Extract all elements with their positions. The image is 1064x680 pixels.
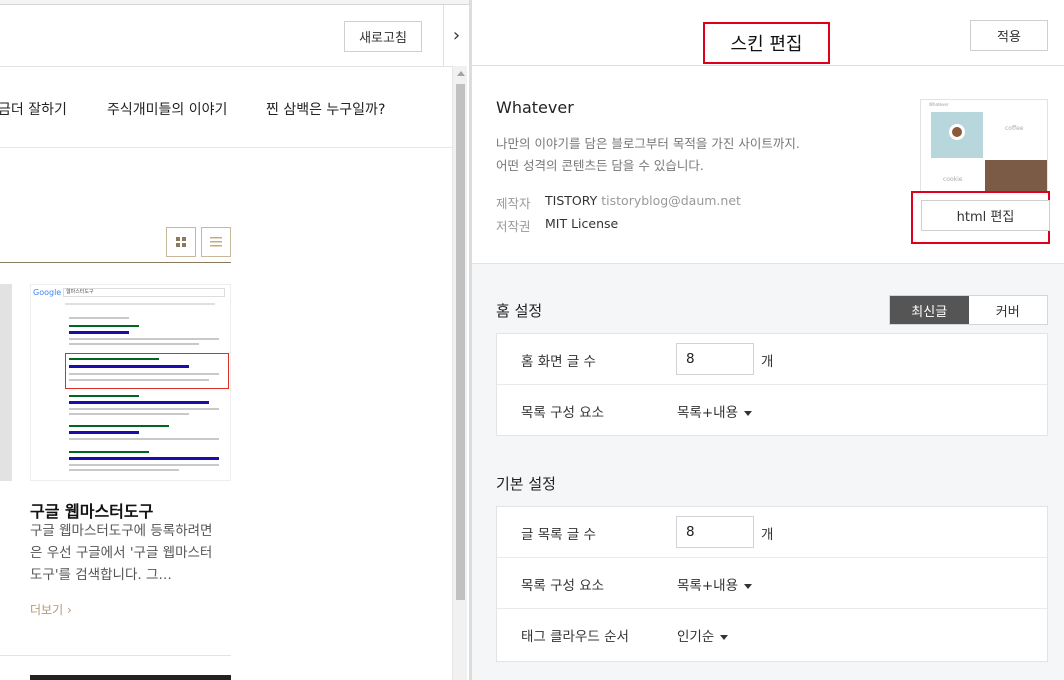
grid-view-button[interactable] [166, 227, 196, 257]
maker-value: TISTORY tistoryblog@daum.net [545, 193, 741, 208]
nav-link-1[interactable]: 금더 잘하기 [0, 99, 67, 119]
home-post-count-label: 홈 화면 글 수 [521, 354, 596, 370]
home-post-count-unit: 개 [761, 354, 774, 370]
skin-description: 나만의 이야기를 담은 블로그부터 목적을 가진 사이트까지. 어떤 성격의 콘… [496, 133, 836, 177]
post-excerpt: 구글 웹마스터도구에 등록하려면은 우선 구글에서 '구글 웹마스터도구'를 검… [30, 523, 213, 583]
caret-down-icon [744, 410, 752, 416]
caret-down-icon [720, 634, 729, 640]
preview-toolbar: 새로고침 [0, 5, 452, 66]
caret-down-icon [744, 583, 752, 589]
skin-thumbnail: Whatever coffee cookie [920, 99, 1048, 193]
basic-settings-panel: 글 목록 글 수 8 개 목록 구성 요소 목록+내용 태그 클라우드 순서 인… [496, 506, 1048, 662]
thumb-logo: Whatever [929, 102, 949, 107]
list-compose-label: 목록 구성 요소 [521, 578, 605, 594]
list-post-count-unit: 개 [761, 527, 774, 543]
skin-info-section: Whatever 나만의 이야기를 담은 블로그부터 목적을 가진 사이트까지.… [472, 67, 1064, 264]
list-divider [0, 262, 231, 263]
list-compose-dropdown[interactable]: 목록+내용 [677, 574, 752, 594]
thumb-coffee-label: coffee [1005, 125, 1024, 132]
next-post-thumbnail[interactable] [30, 675, 231, 680]
list-icon [210, 237, 222, 247]
cover-option[interactable]: 커버 [968, 296, 1047, 324]
home-compose-row: 목록 구성 요소 목록+내용 [497, 385, 1047, 436]
maker-name: TISTORY [545, 193, 598, 208]
skin-editor-pane: 스킨 편집 적용 Whatever 나만의 이야기를 담은 블로그부터 목적을 … [472, 0, 1064, 680]
read-more-link[interactable]: 더보기 › [30, 601, 72, 618]
post-thumbnail[interactable]: Google 웹마스터도구 [30, 284, 231, 481]
home-mode-toggle: 최신글 커버 [889, 295, 1048, 325]
tag-cloud-order-label: 태그 클라우드 순서 [521, 629, 629, 645]
scroll-up-icon[interactable] [457, 71, 465, 76]
post-divider [0, 655, 231, 656]
grid-icon [176, 237, 186, 247]
html-edit-button[interactable]: html 편집 [921, 200, 1050, 231]
google-logo: Google [33, 288, 62, 297]
home-compose-dropdown[interactable]: 목록+내용 [677, 401, 752, 421]
panel-collapse-button[interactable]: › [443, 5, 469, 66]
license-label: 저작권 [496, 219, 531, 234]
home-compose-value: 목록+내용 [677, 405, 738, 421]
thumb-coffee-image [931, 112, 983, 158]
home-post-count-input[interactable]: 8 [676, 343, 754, 375]
read-more-label: 더보기 [30, 603, 64, 617]
html-edit-highlight: html 편집 [911, 191, 1050, 244]
home-settings-panel: 홈 화면 글 수 8 개 목록 구성 요소 목록+내용 [496, 333, 1048, 436]
post-title[interactable]: 구글 웹마스터도구 [30, 498, 153, 522]
tag-cloud-order-dropdown[interactable]: 인기순 [677, 625, 729, 645]
thumb-cookie-label: cookie [943, 176, 963, 183]
list-post-count-row: 글 목록 글 수 8 개 [497, 507, 1047, 558]
skin-description-line-2: 어떤 성격의 콘텐츠든 담을 수 있습니다. [496, 158, 704, 173]
prev-post-thumbnail[interactable] [0, 284, 12, 481]
nav-link-3[interactable]: 찐 삼백은 누구일까? [266, 99, 385, 119]
basic-settings-title: 기본 설정 [496, 475, 556, 493]
page-title: 스킨 편집 [703, 22, 830, 64]
skin-description-line-1: 나만의 이야기를 담은 블로그부터 목적을 가진 사이트까지. [496, 136, 800, 151]
list-post-count-input[interactable]: 8 [676, 516, 754, 548]
list-view-button[interactable] [201, 227, 231, 257]
nav-link-2[interactable]: 주식개미들의 이야기 [107, 99, 227, 119]
blog-preview-pane: 새로고침 금더 잘하기 주식개미들의 이야기 찐 삼백은 누구일까? Googl… [0, 0, 452, 680]
home-compose-label: 목록 구성 요소 [521, 405, 605, 421]
thumb-cake-image [985, 160, 1047, 192]
skin-name: Whatever [496, 98, 574, 117]
license-value: MIT License [545, 216, 619, 231]
tag-cloud-order-value: 인기순 [677, 629, 715, 645]
editor-header: 스킨 편집 적용 [472, 0, 1064, 66]
blog-category-nav: 금더 잘하기 주식개미들의 이야기 찐 삼백은 누구일까? [0, 66, 452, 148]
preview-scrollbar[interactable] [452, 66, 467, 680]
home-settings-title: 홈 설정 [496, 302, 543, 320]
apply-button[interactable]: 적용 [970, 20, 1048, 51]
chevron-right-icon: › [452, 25, 461, 46]
maker-email: tistoryblog@daum.net [601, 193, 741, 208]
google-searchbox: 웹마스터도구 [63, 288, 225, 297]
list-compose-row: 목록 구성 요소 목록+내용 [497, 558, 1047, 609]
refresh-button[interactable]: 새로고침 [344, 21, 422, 52]
settings-area: 홈 설정 최신글 커버 홈 화면 글 수 8 개 목록 구성 요소 목록+내용 … [472, 264, 1064, 680]
maker-label: 제작자 [496, 196, 531, 211]
latest-posts-option[interactable]: 최신글 [890, 296, 969, 324]
tag-cloud-order-row: 태그 클라우드 순서 인기순 [497, 609, 1047, 660]
chevron-right-icon: › [66, 603, 72, 617]
home-post-count-row: 홈 화면 글 수 8 개 [497, 334, 1047, 385]
list-post-count-label: 글 목록 글 수 [521, 527, 596, 543]
list-compose-value: 목록+내용 [677, 578, 738, 594]
scroll-thumb[interactable] [456, 84, 465, 600]
